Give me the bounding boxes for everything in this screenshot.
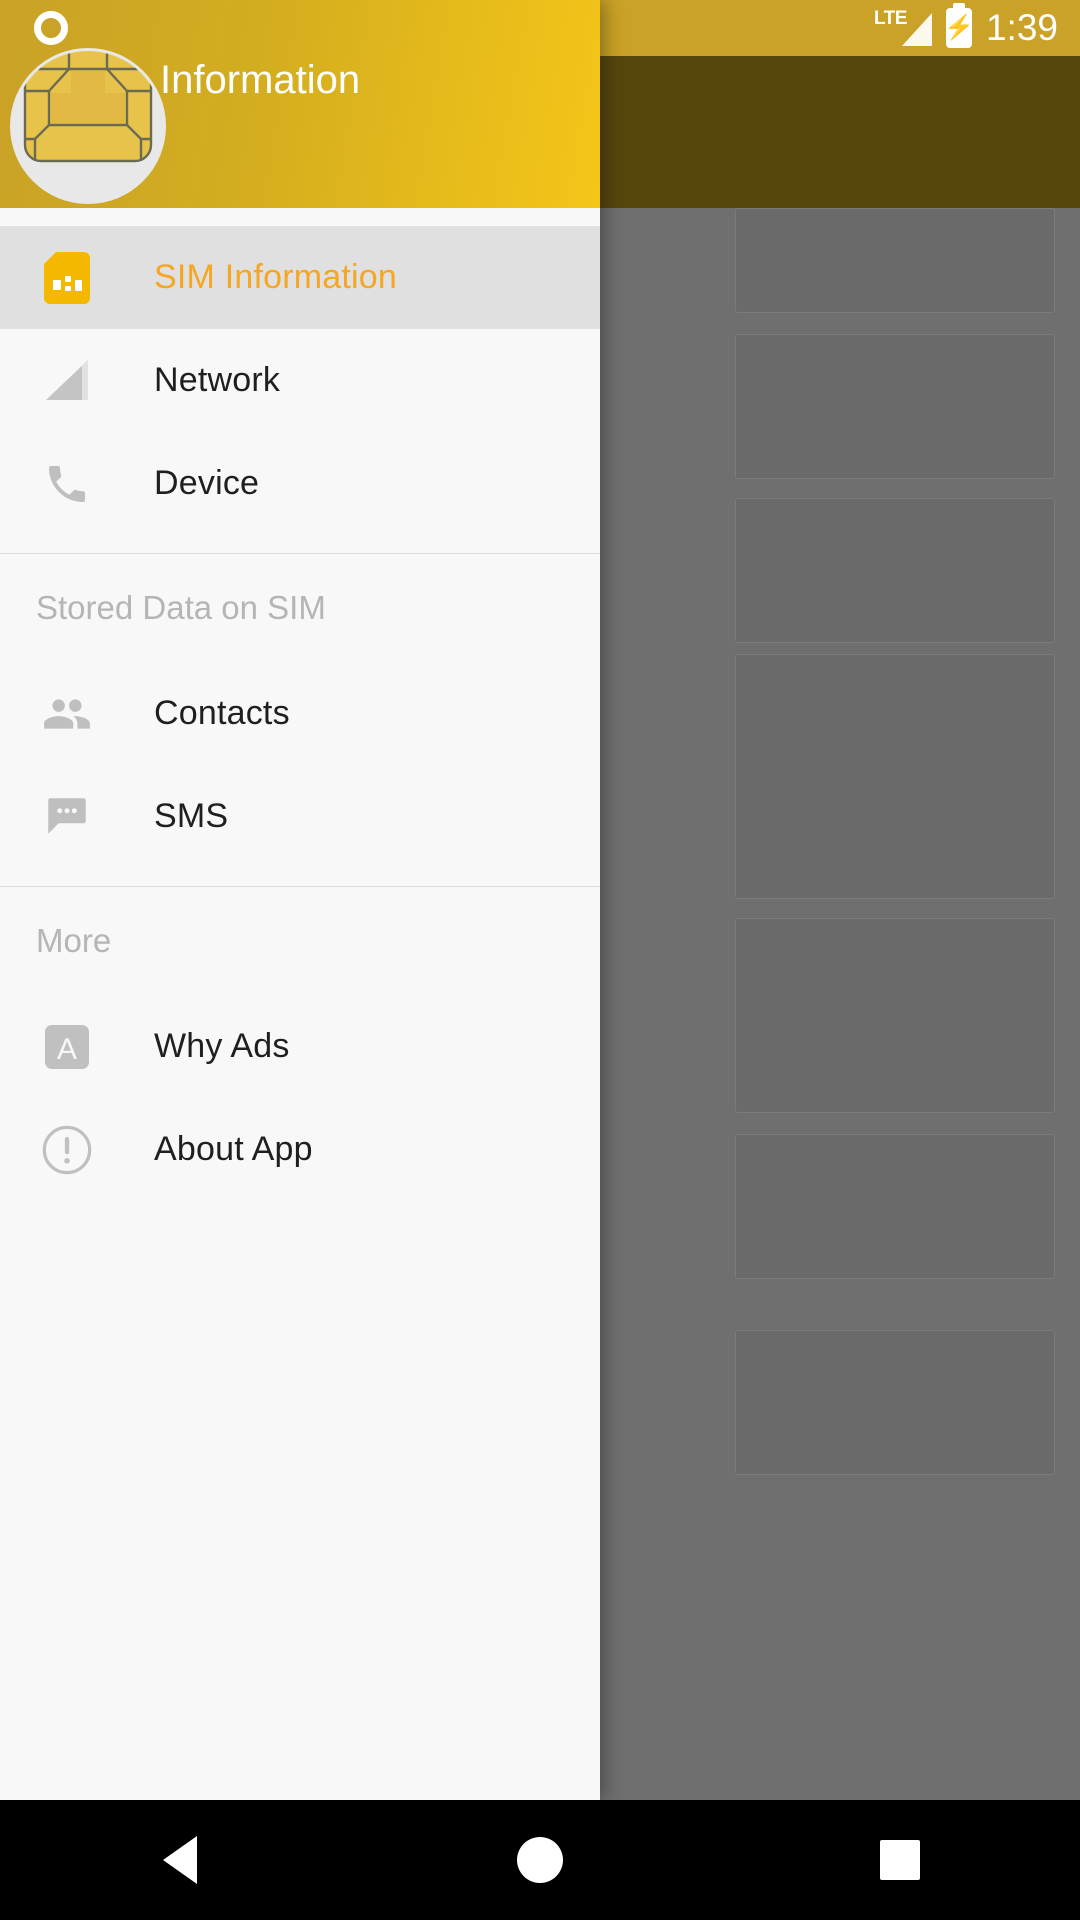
signal-triangle [901, 13, 932, 46]
people-group-icon [36, 683, 98, 745]
sidebar-item-about-app[interactable]: About App [0, 1098, 600, 1201]
sidebar-item-why-ads[interactable]: A Why Ads [0, 995, 600, 1098]
home-circle-icon [517, 1837, 563, 1883]
background-card [735, 1134, 1055, 1279]
status-bar: LTE ⚡ 1:39 [0, 0, 1080, 56]
chat-bubble-icon [36, 786, 98, 848]
home-button[interactable] [450, 1800, 630, 1920]
sidebar-item-network[interactable]: Network [0, 329, 600, 432]
sidebar-item-label: Contacts [154, 694, 290, 732]
ad-badge-icon: A [36, 1016, 98, 1078]
system-navigation-bar [0, 1800, 1080, 1920]
sidebar-item-label: SIM Information [154, 258, 397, 296]
drawer-menu: SIM Information Network Device Stored Da… [0, 208, 600, 1800]
sidebar-item-label: About App [154, 1130, 313, 1168]
sidebar-item-sim-information[interactable]: SIM Information [0, 226, 600, 329]
circle-ring-icon [34, 11, 68, 45]
phone-handset-icon [36, 453, 98, 515]
back-triangle-icon [163, 1836, 197, 1884]
status-bar-right: LTE ⚡ 1:39 [874, 7, 1058, 49]
recents-button[interactable] [810, 1800, 990, 1920]
background-card [735, 918, 1055, 1113]
info-exclamation-icon [36, 1119, 98, 1181]
svg-text:A: A [57, 1033, 77, 1066]
section-header-stored-data: Stored Data on SIM [36, 589, 326, 626]
signal-bars-icon [36, 350, 98, 412]
recents-square-icon [880, 1840, 920, 1880]
background-card [735, 654, 1055, 899]
background-card [735, 208, 1055, 313]
drawer-title: Information [160, 58, 361, 102]
navigation-drawer[interactable]: Information SIM Information Network Devi… [0, 0, 600, 1800]
phone-screen: LTE ⚡ 1:39 Information SIM Information N… [0, 0, 1080, 1920]
sidebar-item-label: SMS [154, 797, 229, 835]
sidebar-item-contacts[interactable]: Contacts [0, 662, 600, 765]
back-button[interactable] [90, 1800, 270, 1920]
sidebar-item-label: Why Ads [154, 1027, 290, 1065]
drawer-top-gap [0, 208, 600, 226]
battery-charging-icon: ⚡ [944, 8, 974, 48]
sidebar-item-label: Device [154, 464, 260, 502]
status-bar-clock: 1:39 [985, 7, 1058, 48]
background-card [735, 498, 1055, 643]
sidebar-item-sms[interactable]: SMS [0, 765, 600, 868]
sim-card-icon [36, 247, 98, 309]
charging-bolt-icon: ⚡ [944, 14, 974, 41]
section-header-more: More [36, 922, 112, 959]
background-card [735, 1330, 1055, 1475]
signal-bars-icon: LTE [874, 8, 932, 48]
sim-chip-icon [10, 48, 166, 204]
sidebar-item-device[interactable]: Device [0, 432, 600, 535]
sidebar-item-label: Network [154, 361, 281, 399]
background-card [735, 334, 1055, 479]
